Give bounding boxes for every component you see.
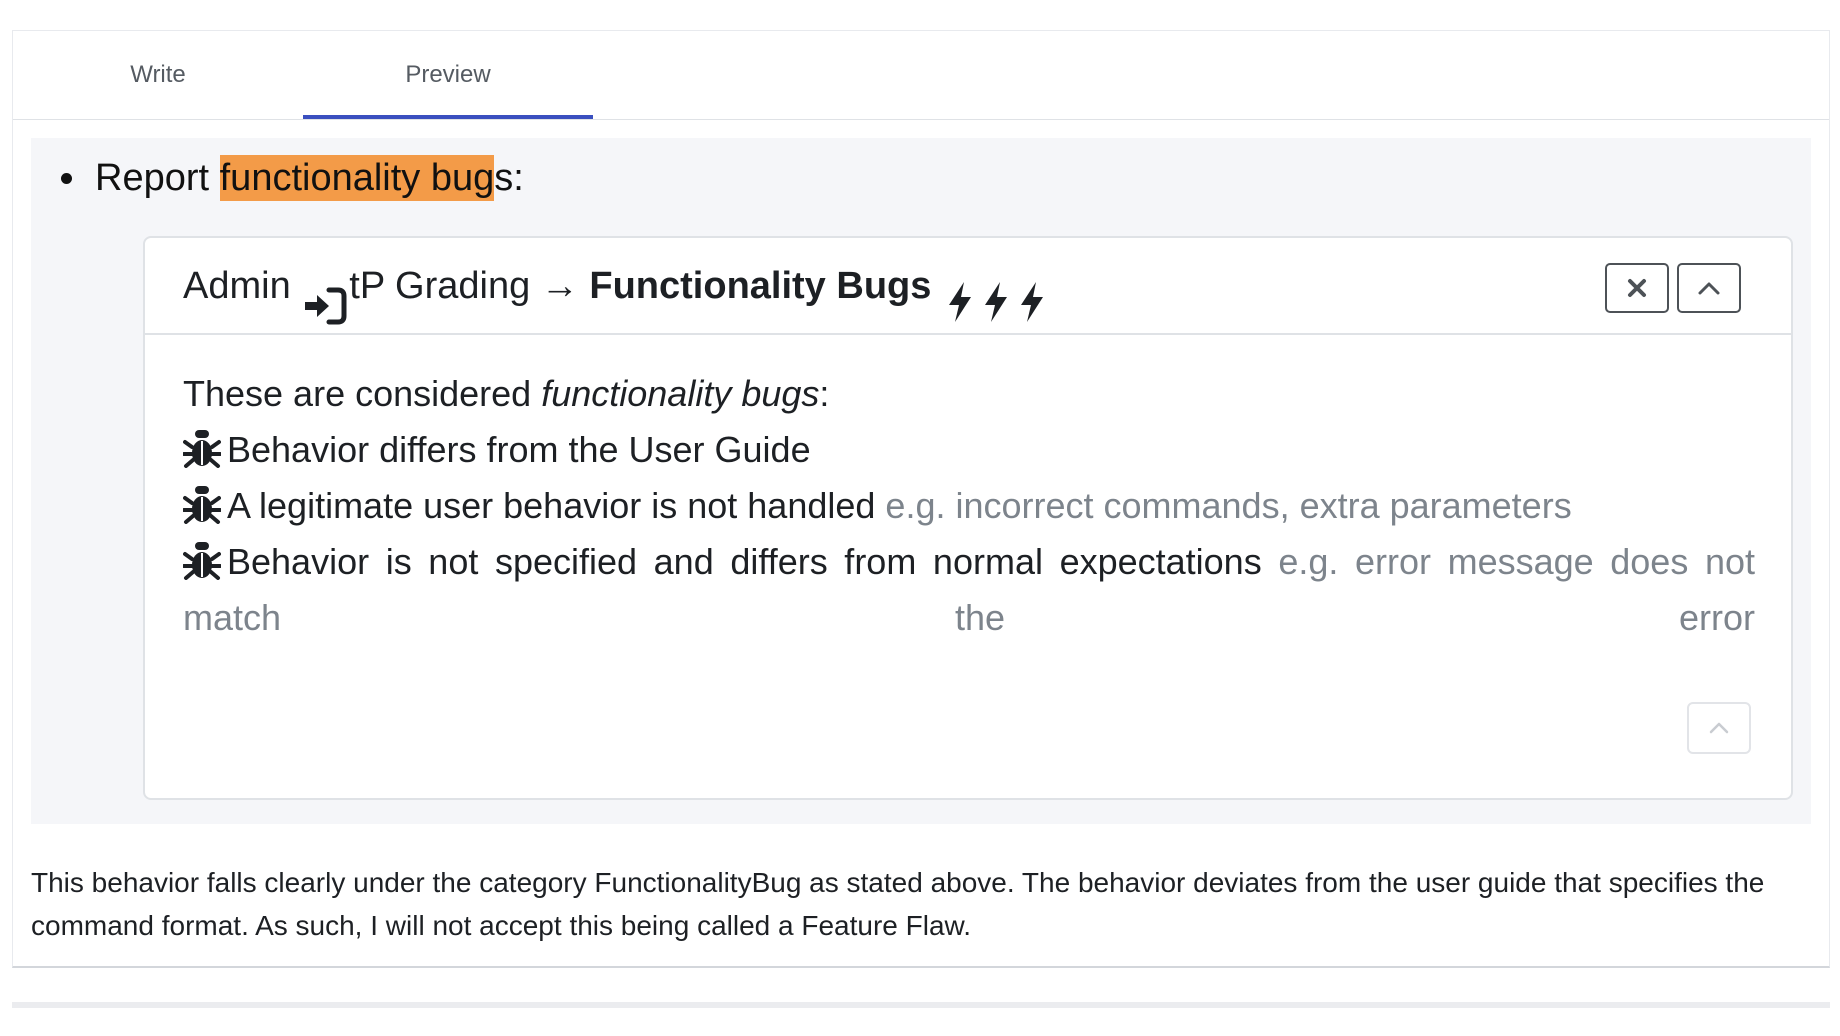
panel-title-strong: Functionality Bugs <box>589 265 932 307</box>
section-divider <box>12 1002 1830 1008</box>
bullet-item: Report functionality bugs: <box>31 138 1811 218</box>
bolt-icon <box>982 263 1010 322</box>
bug-item-text: A legitimate user behavior is not handle… <box>227 485 876 526</box>
bug-icon <box>182 540 222 581</box>
bug-list-item: Behavior differs from the User Guide <box>182 422 1755 478</box>
bug-list-item: A legitimate user behavior is not handle… <box>182 478 1755 534</box>
panel-title-path: tP Grading → <box>349 265 590 307</box>
comment-text: This behavior falls clearly under the ca… <box>31 867 1765 941</box>
previous-content-edge <box>12 0 1828 6</box>
panel-body: These are considered functionality bugs:… <box>182 366 1755 646</box>
bullet-prefix: Report <box>95 157 220 199</box>
panel-title-admin: Admin <box>183 265 291 307</box>
bug-icon <box>182 428 222 469</box>
comment-editor-card: Write Preview Report functionality bugs:… <box>12 30 1830 968</box>
bullet-dot <box>61 173 72 184</box>
close-panel-button[interactable] <box>1605 263 1669 313</box>
bug-item-text: Behavior differs from the User Guide <box>227 429 811 470</box>
bug-item-text: Behavior is not specified and differs fr… <box>227 541 1262 582</box>
editor-tabs: Write Preview <box>13 31 1829 120</box>
panel-header[interactable]: Admin tP Grading → Functionality Bugs <box>145 238 1791 335</box>
tab-write[interactable]: Write <box>13 31 303 119</box>
bullet-text: Report functionality bugs: <box>95 138 524 218</box>
bolt-icon <box>946 263 974 322</box>
bullet-suffix: s: <box>494 157 524 199</box>
bolt-icon <box>1018 263 1046 322</box>
bug-icon <box>182 484 222 525</box>
login-icon <box>303 266 347 325</box>
panel-intro: These are considered functionality bugs: <box>183 373 830 414</box>
preview-area: Report functionality bugs: Admin tP Grad… <box>31 138 1811 824</box>
bug-list-item: Behavior is not specified and differs fr… <box>182 534 1755 646</box>
tab-preview[interactable]: Preview <box>303 31 593 119</box>
functionality-bugs-panel: Admin tP Grading → Functionality Bugs Th… <box>143 236 1793 800</box>
highlighted-text: functionality bug <box>219 155 495 201</box>
bug-item-example: e.g. incorrect commands, extra parameter… <box>885 485 1572 526</box>
collapse-panel-button[interactable] <box>1677 263 1741 313</box>
intro-emphasis: functionality bugs <box>541 373 820 414</box>
scroll-to-top-button[interactable] <box>1687 702 1751 754</box>
panel-title: Admin tP Grading → Functionality Bugs <box>183 238 1050 335</box>
